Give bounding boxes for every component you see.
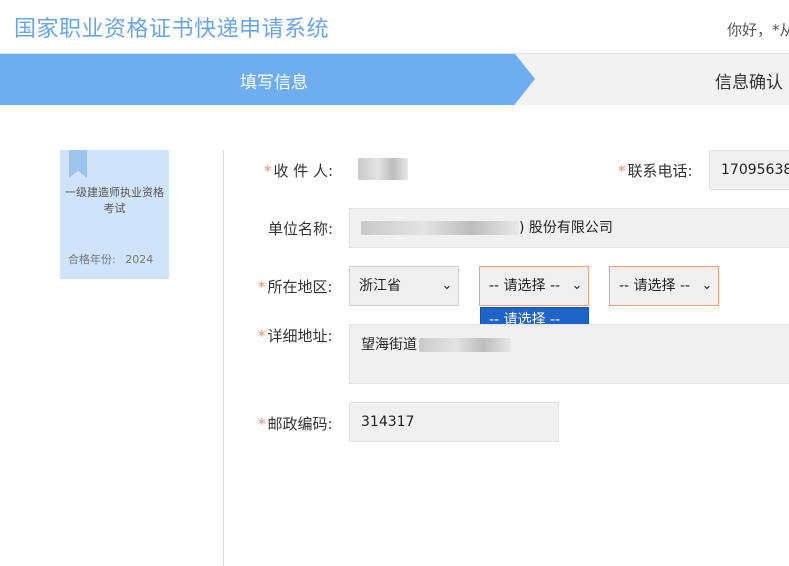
address-value: 望海街道 [361, 337, 417, 353]
vertical-divider [223, 150, 224, 566]
step-fill-info-label: 填写信息 [240, 73, 308, 93]
district-value: -- 请选择 -- [619, 278, 691, 294]
address-label: * 详细地址: [258, 325, 333, 346]
certificate-year-value: 2024 [125, 253, 154, 266]
postcode-input[interactable]: 314317 [349, 402, 559, 442]
app-title: 国家职业资格证书快递申请系统 [14, 17, 330, 42]
phone-label-text: 联系电话: [627, 162, 693, 180]
required-mark: * [258, 415, 266, 433]
region-label-text: 所在地区: [267, 278, 333, 296]
required-mark: * [264, 162, 272, 180]
company-redacted [361, 221, 519, 235]
required-mark: * [618, 162, 626, 180]
certificate-card: 一级建造师执业资格考试 合格年份: 2024 [60, 150, 169, 279]
company-label: 单位名称: [268, 220, 334, 238]
phone-input[interactable]: 170956383 [709, 150, 789, 190]
certificate-year-label: 合格年份: [68, 253, 116, 266]
progress-steps: 填写信息 信息确认 [0, 54, 789, 105]
province-select[interactable]: 浙江省 ⌄ [349, 266, 459, 306]
city-select[interactable]: -- 请选择 -- ⌄ [479, 266, 589, 306]
district-select[interactable]: -- 请选择 -- ⌄ [609, 266, 719, 306]
chevron-down-icon: ⌄ [701, 278, 713, 293]
certificate-year: 合格年份: 2024 [68, 251, 153, 267]
certificate-name: 一级建造师执业资格考试 [65, 186, 164, 215]
company-input[interactable]: ) 股份有限公司 [349, 208, 789, 248]
step-confirm-label: 信息确认 [715, 73, 783, 93]
bookmark-icon [69, 150, 87, 178]
required-mark: * [258, 327, 266, 345]
required-mark: * [258, 278, 266, 296]
recipient-label: * 收 件 人: [264, 160, 333, 181]
postcode-label-text: 邮政编码: [267, 415, 333, 433]
address-label-text: 详细地址: [267, 327, 333, 345]
company-suffix: ) 股份有限公司 [519, 220, 613, 236]
city-value: -- 请选择 -- [489, 278, 561, 294]
chevron-down-icon: ⌄ [571, 278, 583, 293]
recipient-input[interactable] [358, 157, 410, 181]
address-textarea[interactable]: 望海街道 [349, 324, 789, 384]
address-redacted [419, 338, 511, 352]
phone-label: * 联系电话: [618, 160, 693, 181]
postcode-label: * 邮政编码: [258, 413, 333, 434]
user-greeting: 你好，*从 [727, 21, 789, 39]
recipient-label-text: 收 件 人: [273, 162, 334, 180]
chevron-down-icon: ⌄ [441, 278, 453, 293]
recipient-redacted [358, 158, 408, 180]
region-label: * 所在地区: [258, 276, 333, 297]
province-value: 浙江省 [359, 278, 401, 294]
step-arrow [515, 54, 535, 104]
